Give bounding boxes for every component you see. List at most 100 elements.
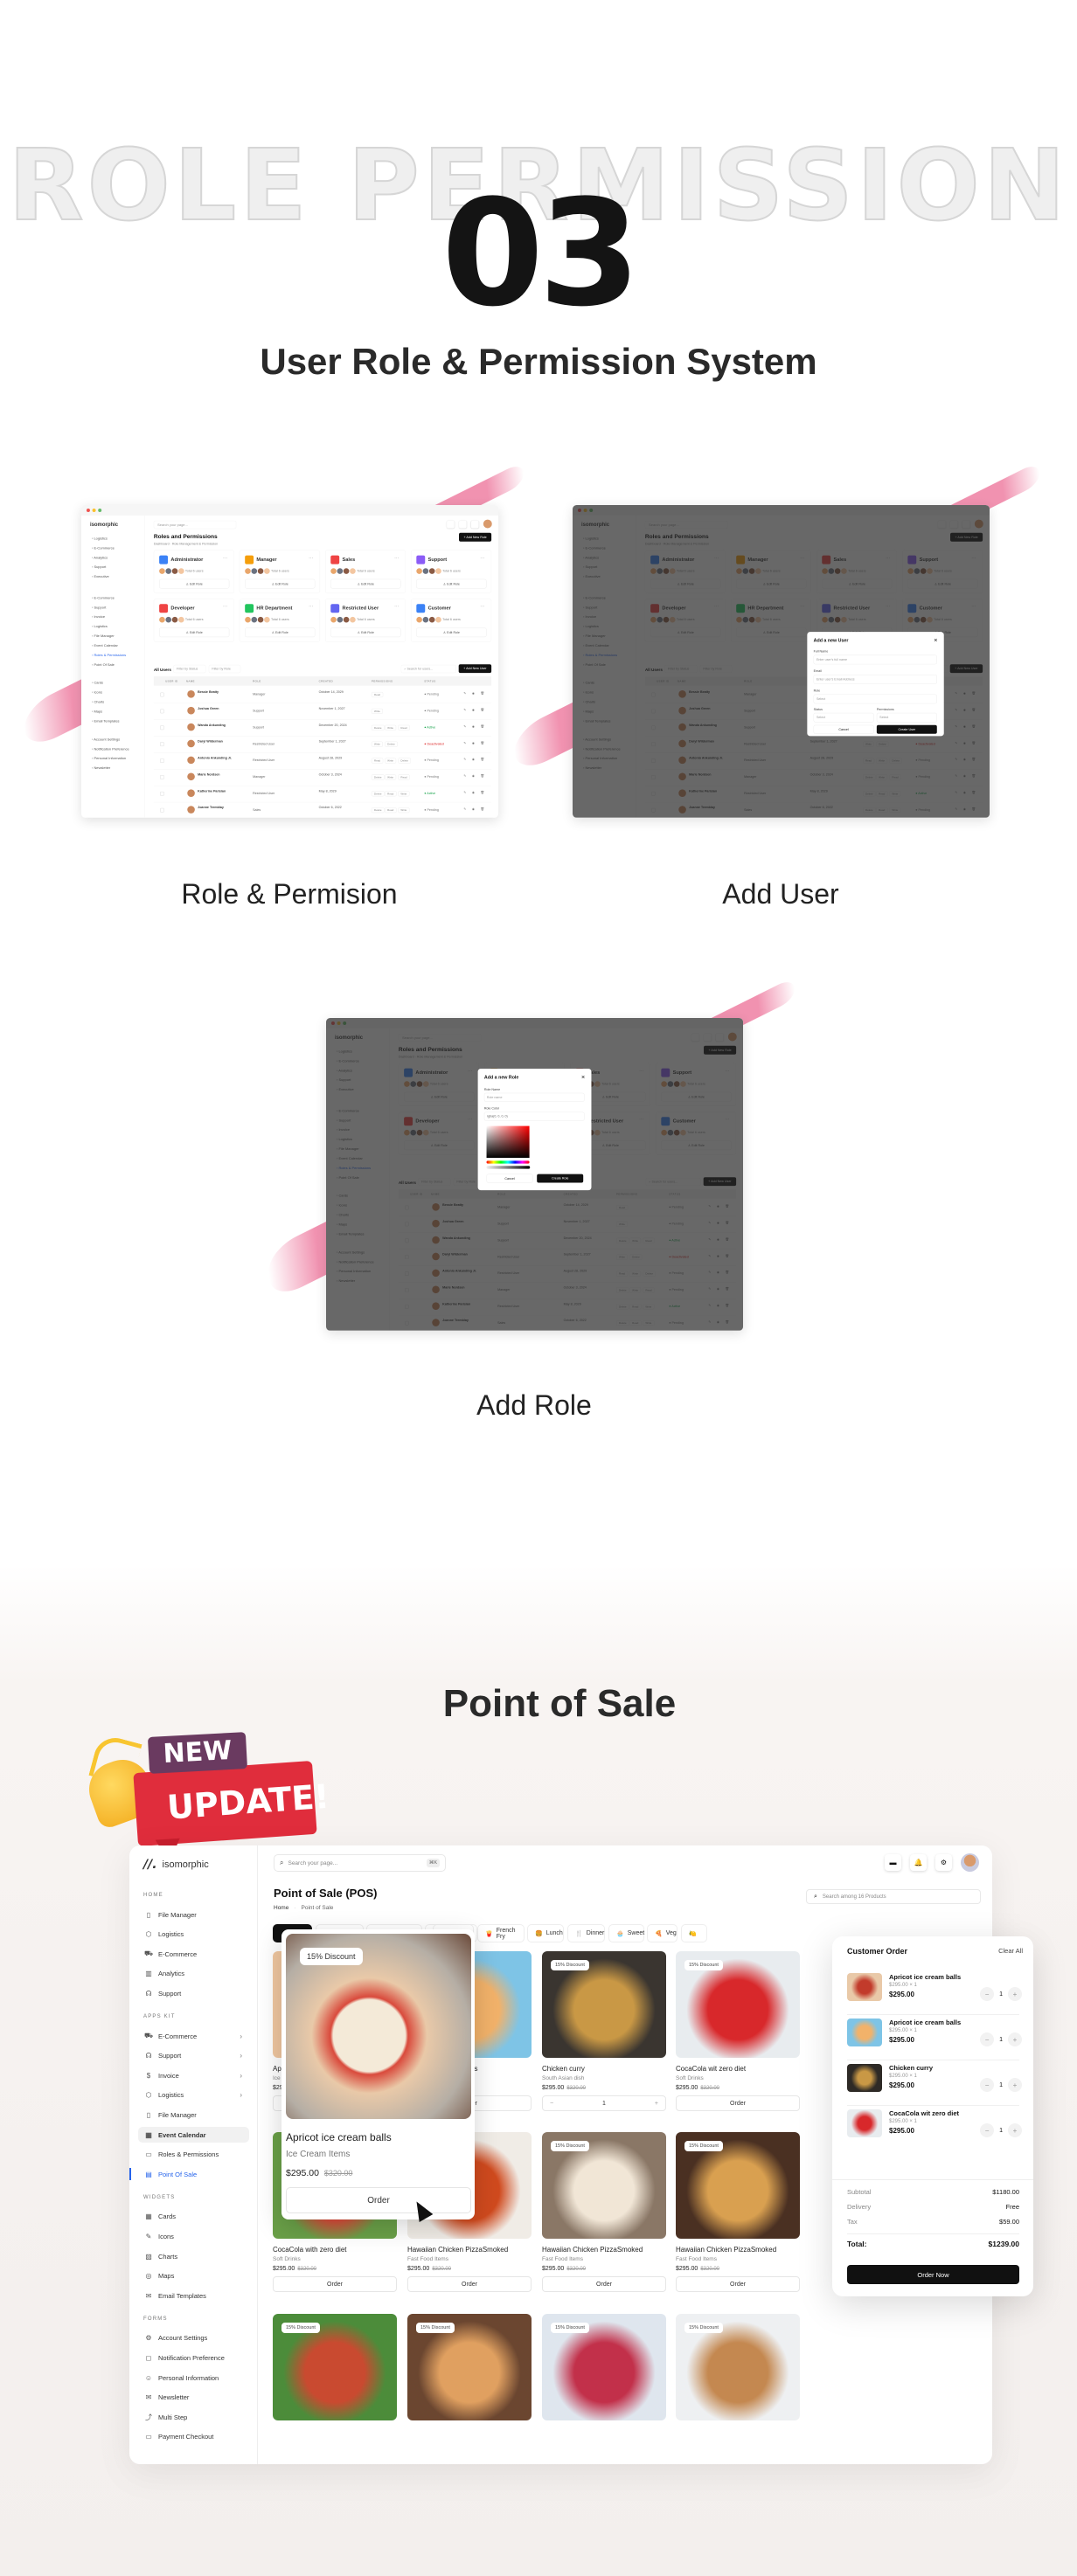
category-tab[interactable]: 🍔 Lunch xyxy=(527,1924,564,1942)
delete-icon[interactable]: 🗑 xyxy=(481,724,485,728)
plus-icon[interactable]: + xyxy=(1008,2032,1022,2046)
window-dot-icon[interactable] xyxy=(92,508,96,512)
sidebar-item[interactable]: ▫ Notification Preference xyxy=(92,747,129,751)
breadcrumb-home[interactable]: Home xyxy=(274,1905,288,1911)
sidebar-item[interactable]: ▫ Logistics xyxy=(92,537,108,541)
permissions-select[interactable]: Select xyxy=(876,712,937,723)
edit-role-button[interactable]: ♙ Edit Role xyxy=(245,627,316,638)
sidebar-item[interactable]: ▫ Account Settings xyxy=(92,737,120,742)
sidebar-item[interactable]: ▫ Email Templates xyxy=(92,719,120,724)
featured-product-card[interactable]: 15% Discount Apricot ice cream balls Ice… xyxy=(281,1929,475,2219)
edit-role-button[interactable]: ♙ Edit Role xyxy=(330,627,401,638)
sidebar-item[interactable]: ▫ Event Calendar xyxy=(92,643,118,647)
more-options-icon[interactable]: ··· xyxy=(223,556,227,561)
field-input[interactable]: Enter user's full name xyxy=(813,654,937,665)
sidebar-item[interactable]: ▫ Support xyxy=(92,606,106,610)
sidebar-item[interactable]: ▫ Newsletter xyxy=(92,766,110,771)
quantity-stepper[interactable]: −1 + xyxy=(980,2032,1022,2046)
row-checkbox[interactable] xyxy=(160,692,164,697)
sidebar-item-roles-permissions[interactable]: ▭ Roles & Permissions xyxy=(138,2147,249,2163)
sidebar-item-charts[interactable]: ▧ Charts xyxy=(138,2248,249,2264)
delete-icon[interactable]: 🗑 xyxy=(481,758,485,761)
delete-icon[interactable]: 🗑 xyxy=(481,691,485,696)
sidebar-item-payment-checkout[interactable]: ▭ Payment Checkout xyxy=(138,2429,249,2445)
sidebar-item[interactable]: ▫ File Manager xyxy=(92,634,115,638)
delete-icon[interactable]: 🗑 xyxy=(481,774,485,778)
search-input[interactable]: Search your page... xyxy=(153,520,237,530)
delete-icon[interactable]: 🗑 xyxy=(481,791,485,794)
create-role-button[interactable]: Create Role xyxy=(537,1174,584,1183)
plus-icon[interactable]: + xyxy=(1008,2078,1022,2092)
edit-icon[interactable]: ✎ xyxy=(463,724,466,728)
sidebar-item-invoice[interactable]: $ Invoice › xyxy=(138,2067,249,2083)
view-icon[interactable]: ◉ xyxy=(472,774,475,778)
more-options-icon[interactable]: ··· xyxy=(309,556,313,561)
edit-icon[interactable]: ✎ xyxy=(463,791,466,794)
close-icon[interactable]: ✕ xyxy=(934,638,937,644)
field-input[interactable]: Select xyxy=(813,694,937,704)
cancel-button[interactable]: Cancel xyxy=(813,724,874,734)
sidebar-item-logistics[interactable]: ⬡ Logistics › xyxy=(138,2088,249,2103)
sidebar-item-support[interactable]: ☊ Support › xyxy=(138,2048,249,2064)
product-card[interactable]: 15% Discount CocaCola wit zero diet Soft D… xyxy=(676,1951,800,2111)
sidebar-item-support[interactable]: ☊ Support xyxy=(138,1985,249,2001)
quantity-stepper[interactable]: −1 + xyxy=(980,2078,1022,2092)
sidebar-item-multi-step[interactable]: ⤴ Multi Step xyxy=(138,2409,249,2425)
sidebar-item-analytics[interactable]: ▥ Analytics xyxy=(138,1966,249,1982)
add-user-button[interactable]: + Add New User xyxy=(458,664,492,674)
plus-icon[interactable]: + xyxy=(655,2101,658,2107)
row-checkbox[interactable] xyxy=(160,742,164,746)
sidebar-item-point-of-sale[interactable]: ▤ Point Of Sale xyxy=(129,2166,249,2182)
minus-icon[interactable]: − xyxy=(550,2101,553,2107)
sidebar-item[interactable]: ▫ Point Of Sale xyxy=(92,662,115,667)
sidebar-item[interactable]: ▫ E-Commerce xyxy=(92,546,115,551)
view-icon[interactable]: ◉ xyxy=(472,724,475,728)
minus-icon[interactable]: − xyxy=(980,2123,995,2137)
sidebar-item[interactable]: ▫ E-Commerce xyxy=(92,596,115,600)
order-button[interactable]: Order xyxy=(676,2276,800,2292)
edit-role-button[interactable]: ♙ Edit Role xyxy=(245,578,316,589)
view-icon[interactable]: ◉ xyxy=(472,691,475,696)
quantity-stepper[interactable]: −1 + xyxy=(542,2095,666,2111)
header-icon[interactable] xyxy=(471,521,479,529)
product-card[interactable]: 15% Discount Hawaiian Chicken PizzaSmoked… xyxy=(542,2132,666,2292)
header-icon[interactable] xyxy=(459,521,467,529)
category-tab[interactable]: 🍟 French Fry xyxy=(477,1924,525,1942)
sidebar-item[interactable]: ▫ Executive xyxy=(92,575,109,579)
color-picker-area[interactable] xyxy=(486,1125,530,1159)
category-tab[interactable]: 🍴 Dinner xyxy=(567,1924,605,1942)
order-button[interactable]: Order xyxy=(286,2187,471,2213)
sidebar-item-file-manager[interactable]: ▯ File Manager xyxy=(138,2107,249,2122)
plus-icon[interactable]: + xyxy=(1008,2123,1022,2137)
product-search[interactable]: ⌕ Search among 16 Products xyxy=(806,1889,981,1904)
alpha-slider[interactable] xyxy=(486,1166,531,1169)
sidebar-item[interactable]: ▫ Personal Information xyxy=(92,757,126,761)
avatar[interactable] xyxy=(483,519,492,529)
row-checkbox[interactable] xyxy=(160,709,164,714)
notification-bell-icon[interactable]: 🔔 xyxy=(910,1854,927,1871)
sidebar-item-newsletter[interactable]: ✉ Newsletter xyxy=(138,2390,249,2406)
product-card[interactable]: 15% Discount xyxy=(273,2314,397,2420)
sidebar-item[interactable]: ▫ Logistics xyxy=(92,624,108,628)
edit-role-button[interactable]: ♙ Edit Role xyxy=(330,578,401,589)
quantity-stepper[interactable]: −1 + xyxy=(980,1987,1022,2001)
role-color-input[interactable]: rgba(0, 0, 0, 0) xyxy=(483,1111,585,1121)
product-card[interactable]: 15% Discount xyxy=(407,2314,532,2420)
view-icon[interactable]: ◉ xyxy=(472,791,475,794)
edit-icon[interactable]: ✎ xyxy=(463,741,466,744)
add-role-button[interactable]: + Add New Role xyxy=(459,532,492,542)
category-tab[interactable]: 🍋 xyxy=(681,1924,707,1942)
row-checkbox[interactable] xyxy=(160,775,164,779)
messages-icon[interactable]: ▬ xyxy=(885,1854,901,1871)
window-dot-icon[interactable] xyxy=(86,508,90,512)
sidebar-item-icons[interactable]: ✎ Icons xyxy=(138,2228,249,2244)
avatar[interactable] xyxy=(961,1853,979,1872)
product-card[interactable]: 15% Discount Chicken curry South Asian dis… xyxy=(542,1951,666,2111)
more-options-icon[interactable]: ··· xyxy=(394,556,399,561)
view-icon[interactable]: ◉ xyxy=(472,741,475,744)
sidebar-item-logistics[interactable]: ⬡ Logistics xyxy=(138,1927,249,1942)
order-button[interactable]: Order xyxy=(407,2276,532,2292)
sidebar-item[interactable]: ▫ Support xyxy=(92,565,106,570)
edit-role-button[interactable]: ♙ Edit Role xyxy=(159,627,230,638)
sidebar-item[interactable]: ▫ Charts xyxy=(92,700,104,704)
